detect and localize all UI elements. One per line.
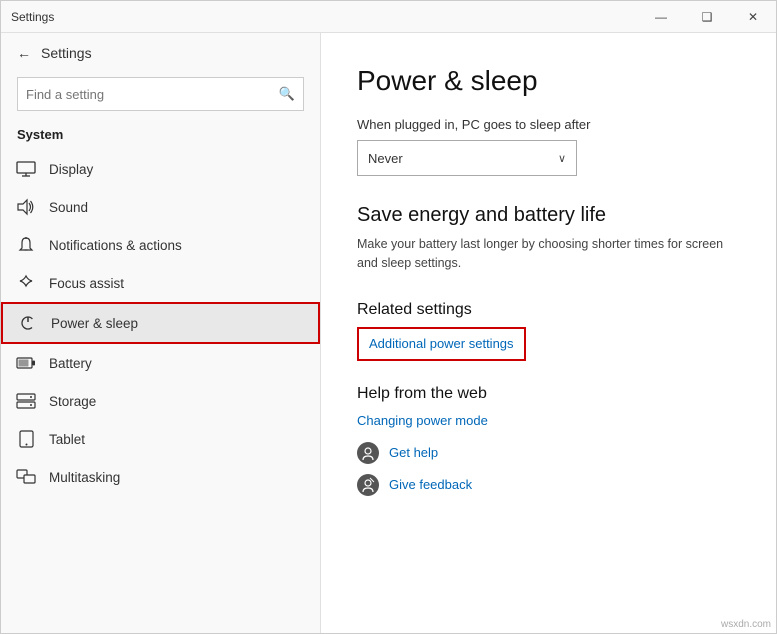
- sidebar-item-display[interactable]: Display: [1, 150, 320, 188]
- help-section: Help from the web Changing power mode Ge…: [357, 385, 740, 496]
- related-settings-section: Related settings Additional power settin…: [357, 301, 740, 385]
- search-icon: 🔍: [279, 86, 295, 102]
- get-help-link[interactable]: Get help: [389, 445, 438, 460]
- sidebar-item-focus[interactable]: Focus assist: [1, 264, 320, 302]
- sidebar-back-button[interactable]: ← Settings: [1, 33, 320, 73]
- settings-window: Settings — ❑ ✕ ← Settings 🔍 System: [0, 0, 777, 634]
- sidebar-title: Settings: [41, 45, 92, 61]
- sleep-setting-row: When plugged in, PC goes to sleep after …: [357, 117, 740, 176]
- system-section-label: System: [1, 123, 320, 150]
- focus-icon: [17, 274, 35, 292]
- search-input[interactable]: [26, 87, 279, 102]
- sidebar-item-multitasking[interactable]: Multitasking: [1, 458, 320, 496]
- back-arrow-icon: ←: [17, 45, 31, 61]
- window-title: Settings: [11, 10, 54, 24]
- sleep-value: Never: [368, 151, 403, 166]
- sidebar-item-label-storage: Storage: [49, 394, 96, 409]
- sidebar: ← Settings 🔍 System Display: [1, 33, 321, 633]
- title-controls: — ❑ ✕: [638, 1, 776, 33]
- battery-icon: [17, 354, 35, 372]
- additional-power-settings-link[interactable]: Additional power settings: [369, 336, 514, 351]
- notifications-icon: [17, 236, 35, 254]
- additional-power-link-box: Additional power settings: [357, 327, 526, 361]
- storage-icon: [17, 392, 35, 410]
- title-bar-left: Settings: [11, 10, 54, 24]
- sidebar-item-tablet[interactable]: Tablet: [1, 420, 320, 458]
- get-help-icon: [357, 442, 379, 464]
- sidebar-item-label-notifications: Notifications & actions: [49, 238, 182, 253]
- display-icon: [17, 160, 35, 178]
- get-help-item: Get help: [357, 442, 740, 464]
- multitasking-icon: [17, 468, 35, 486]
- tablet-icon: [17, 430, 35, 448]
- related-settings-title: Related settings: [357, 301, 740, 319]
- main-content: Power & sleep When plugged in, PC goes t…: [321, 33, 776, 633]
- sidebar-item-label-battery: Battery: [49, 356, 92, 371]
- give-feedback-link[interactable]: Give feedback: [389, 477, 472, 492]
- sidebar-item-label-display: Display: [49, 162, 93, 177]
- power-icon: [19, 314, 37, 332]
- chevron-down-icon: ∨: [558, 152, 566, 165]
- sidebar-item-label-tablet: Tablet: [49, 432, 85, 447]
- sidebar-item-notifications[interactable]: Notifications & actions: [1, 226, 320, 264]
- title-bar: Settings — ❑ ✕: [1, 1, 776, 33]
- give-feedback-icon: [357, 474, 379, 496]
- sidebar-item-storage[interactable]: Storage: [1, 382, 320, 420]
- help-title: Help from the web: [357, 385, 740, 403]
- sleep-dropdown[interactable]: Never ∨: [357, 140, 577, 176]
- watermark: wsxdn.com: [721, 619, 771, 630]
- sidebar-item-battery[interactable]: Battery: [1, 344, 320, 382]
- maximize-button[interactable]: ❑: [684, 1, 730, 33]
- sidebar-item-sound[interactable]: Sound: [1, 188, 320, 226]
- save-energy-section: Save energy and battery life Make your b…: [357, 204, 740, 273]
- sidebar-item-power[interactable]: Power & sleep: [1, 302, 320, 344]
- minimize-button[interactable]: —: [638, 1, 684, 33]
- changing-power-mode-link[interactable]: Changing power mode: [357, 413, 740, 428]
- sound-icon: [17, 198, 35, 216]
- close-button[interactable]: ✕: [730, 1, 776, 33]
- search-box[interactable]: 🔍: [17, 77, 304, 111]
- sidebar-item-label-power: Power & sleep: [51, 316, 138, 331]
- page-title: Power & sleep: [357, 65, 740, 97]
- content-area: ← Settings 🔍 System Display: [1, 33, 776, 633]
- sidebar-item-label-multitasking: Multitasking: [49, 470, 120, 485]
- save-energy-desc: Make your battery last longer by choosin…: [357, 235, 740, 273]
- sleep-label: When plugged in, PC goes to sleep after: [357, 117, 740, 132]
- sidebar-item-label-focus: Focus assist: [49, 276, 124, 291]
- save-energy-title: Save energy and battery life: [357, 204, 740, 227]
- sidebar-item-label-sound: Sound: [49, 200, 88, 215]
- give-feedback-item: Give feedback: [357, 474, 740, 496]
